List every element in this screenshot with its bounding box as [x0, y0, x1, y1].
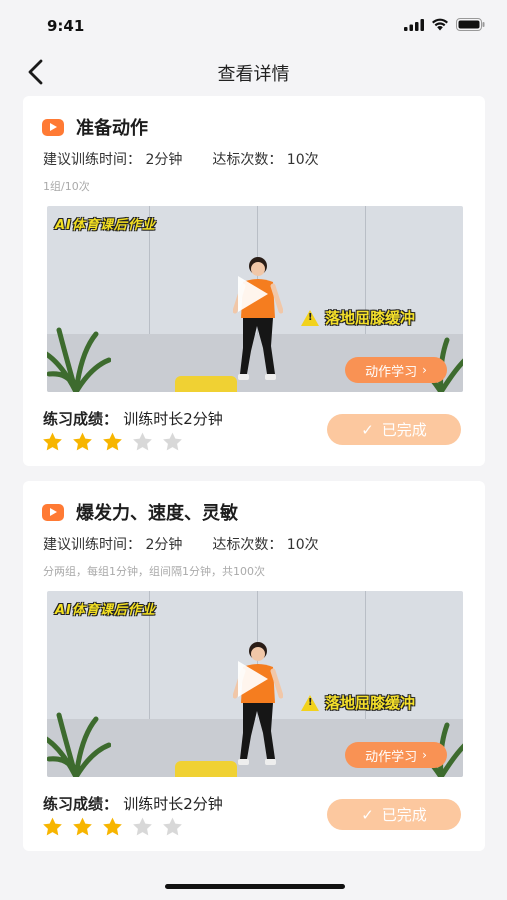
warning-icon — [301, 309, 319, 326]
wifi-icon — [432, 18, 448, 31]
plant-left — [47, 712, 111, 777]
card-title: 准备动作 — [76, 118, 148, 139]
nav-bar: 查看详情 — [0, 50, 507, 94]
target-count: 达标次数： 10次 — [212, 537, 319, 553]
signal-icon — [404, 18, 424, 31]
video-caption: 落地屈膝缓冲 — [301, 692, 415, 713]
page-title: 查看详情 — [217, 64, 290, 85]
done-label: 已完成 — [381, 806, 427, 824]
star-empty-icon — [133, 817, 152, 836]
video-banner: AI体育课后作业 — [55, 218, 156, 233]
score-value: 训练时长2分钟 — [123, 795, 223, 813]
suggest-time: 建议训练时间： 2分钟 — [43, 537, 183, 553]
learn-label: 动作学习 — [365, 364, 418, 380]
card-title-row: 爆发力、速度、灵敏 — [42, 499, 238, 525]
completed-button[interactable]: ✓ 已完成 — [327, 799, 461, 830]
warning-icon — [301, 694, 319, 711]
score-row: 练习成绩： 训练时长2分钟 — [43, 408, 223, 429]
chevron-right-icon: › — [422, 363, 427, 377]
exercise-card: 准备动作 建议训练时间： 2分钟 达标次数： 10次 1组/10次 AI体育课后… — [23, 96, 485, 466]
card-title: 爆发力、速度、灵敏 — [76, 503, 238, 524]
status-bar: 9:41 — [0, 0, 507, 50]
star-filled-icon — [103, 817, 122, 836]
stool — [175, 376, 237, 392]
score-label: 练习成绩： — [43, 795, 119, 813]
done-label: 已完成 — [381, 421, 427, 439]
star-rating — [41, 431, 184, 453]
chevron-right-icon: › — [422, 748, 427, 762]
caption-text: 落地屈膝缓冲 — [325, 309, 416, 327]
play-badge-icon — [42, 118, 64, 136]
check-icon: ✓ — [361, 805, 374, 824]
stool — [175, 761, 237, 777]
video-banner: AI体育课后作业 — [55, 603, 156, 618]
star-empty-icon — [163, 817, 182, 836]
star-filled-icon — [43, 817, 62, 836]
plant-left — [47, 327, 111, 392]
play-icon[interactable] — [238, 661, 268, 697]
battery-icon — [456, 18, 485, 31]
star-filled-icon — [73, 432, 92, 451]
home-indicator — [165, 884, 345, 889]
caption-text: 落地屈膝缓冲 — [325, 694, 416, 712]
play-icon[interactable] — [238, 276, 268, 312]
star-filled-icon — [43, 432, 62, 451]
action-learning-button[interactable]: 动作学习 › — [345, 357, 447, 383]
action-learning-button[interactable]: 动作学习 › — [345, 742, 447, 768]
star-rating — [41, 816, 184, 838]
status-time: 9:41 — [47, 17, 85, 35]
star-filled-icon — [73, 817, 92, 836]
completed-button[interactable]: ✓ 已完成 — [327, 414, 461, 445]
sub-note: 1组/10次 — [43, 180, 90, 193]
video-player[interactable]: AI体育课后作业 落地屈膝缓冲 动作学习 › — [47, 206, 463, 392]
target-count: 达标次数： 10次 — [212, 152, 319, 168]
sub-note: 分两组，每组1分钟，组间隔1分钟，共100次 — [43, 565, 265, 578]
learn-label: 动作学习 — [365, 749, 418, 765]
video-caption: 落地屈膝缓冲 — [301, 307, 415, 328]
status-icons — [404, 18, 485, 31]
info-row: 建议训练时间： 2分钟 达标次数： 10次 — [43, 534, 319, 554]
star-filled-icon — [103, 432, 122, 451]
info-row: 建议训练时间： 2分钟 达标次数： 10次 — [43, 149, 319, 169]
score-row: 练习成绩： 训练时长2分钟 — [43, 793, 223, 814]
score-label: 练习成绩： — [43, 410, 119, 428]
star-empty-icon — [133, 432, 152, 451]
exercise-card: 爆发力、速度、灵敏 建议训练时间： 2分钟 达标次数： 10次 分两组，每组1分… — [23, 481, 485, 851]
video-player[interactable]: AI体育课后作业 落地屈膝缓冲 动作学习 › — [47, 591, 463, 777]
play-badge-icon — [42, 503, 64, 521]
star-empty-icon — [163, 432, 182, 451]
suggest-time: 建议训练时间： 2分钟 — [43, 152, 183, 168]
card-title-row: 准备动作 — [42, 114, 148, 140]
score-value: 训练时长2分钟 — [123, 410, 223, 428]
check-icon: ✓ — [361, 420, 374, 439]
